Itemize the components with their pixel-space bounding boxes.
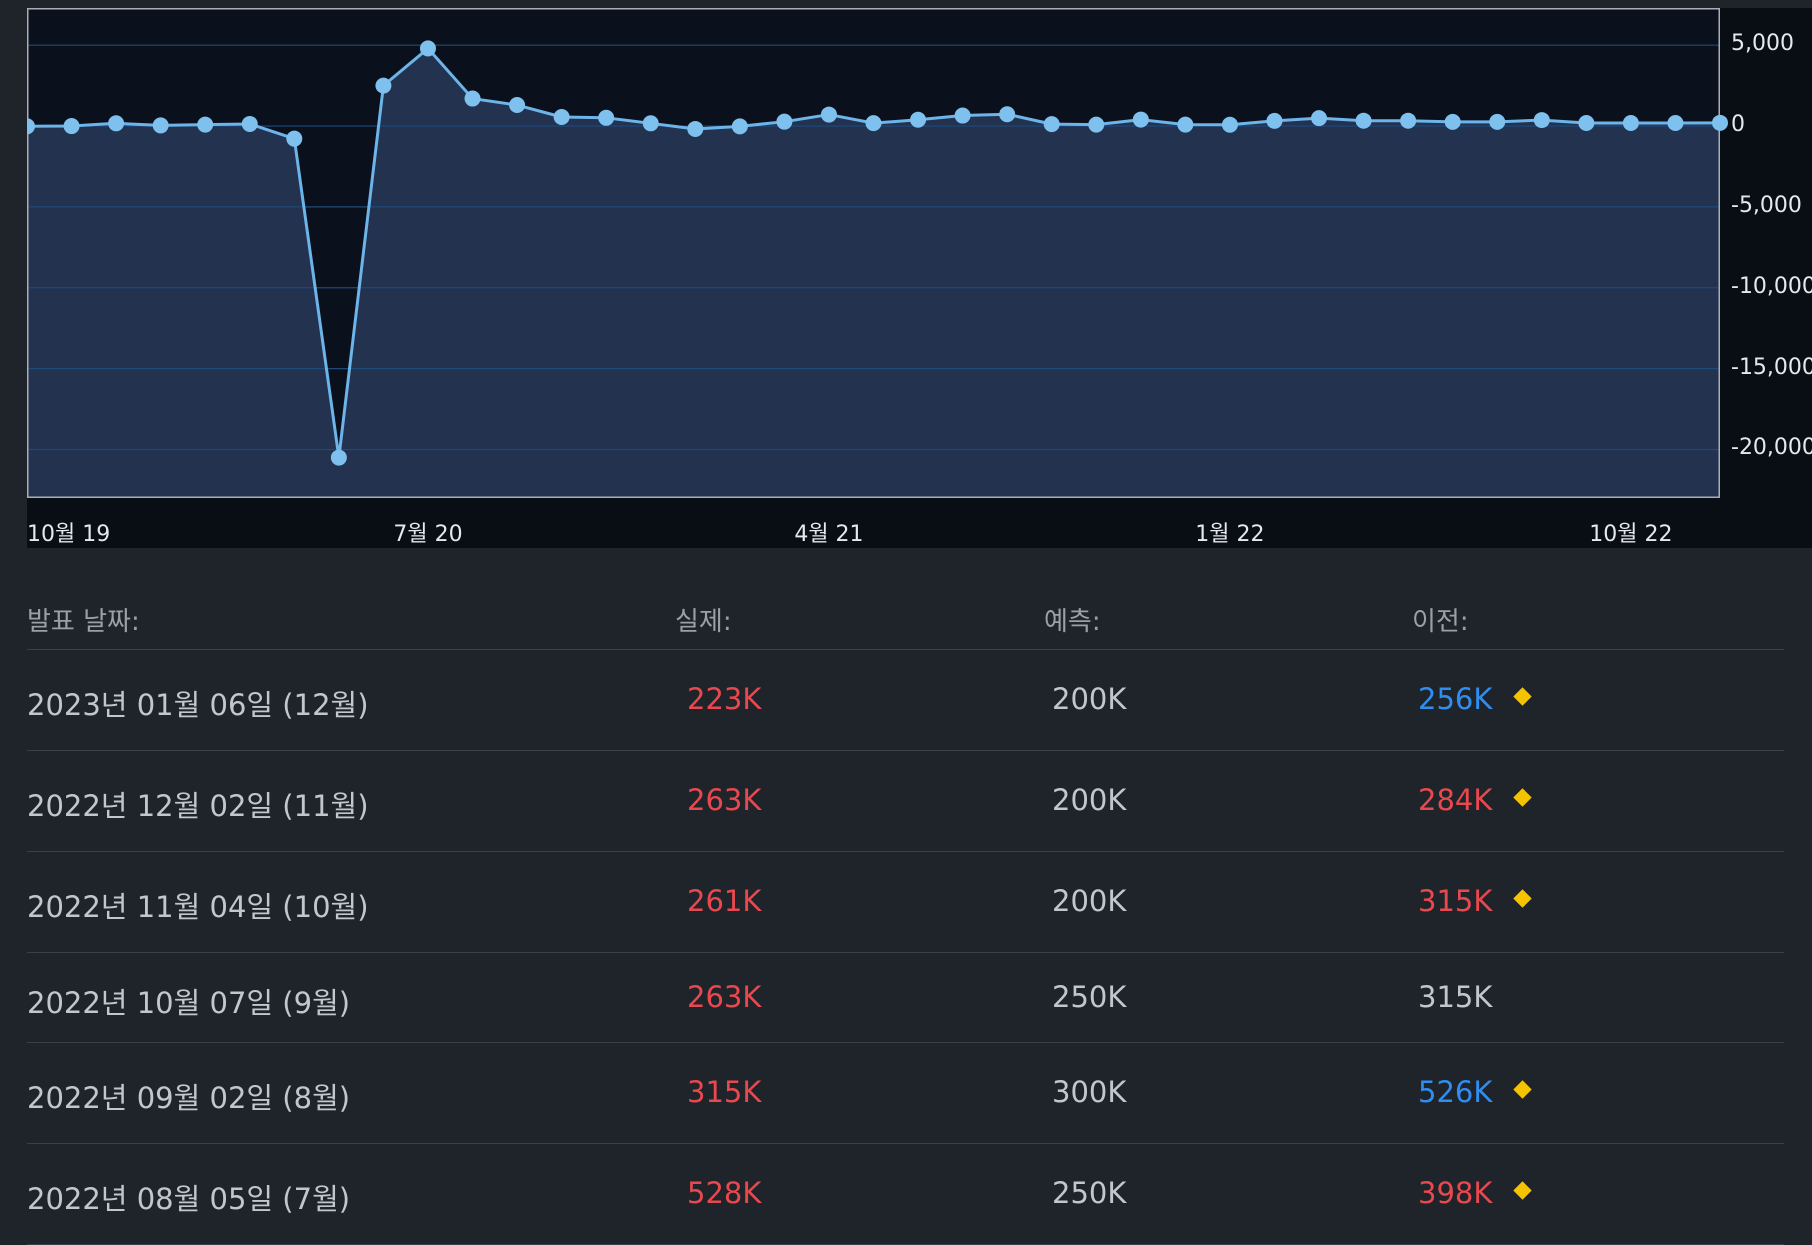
data-point-5 — [241, 115, 258, 132]
actual-value: 315K — [687, 1075, 762, 1109]
actual-value: 261K — [687, 884, 762, 918]
table-row[interactable]: 2022년 12월 02일 (11월) 263K 200K 284K — [27, 751, 1784, 852]
table-row[interactable]: 2022년 10월 07일 (9월) 263K 250K 315K — [27, 953, 1784, 1043]
release-date: 2022년 08월 05일 (7월) — [27, 1182, 351, 1216]
y-tick-label: 5,000 — [1731, 31, 1794, 57]
data-point-6 — [286, 130, 303, 147]
data-point-2 — [108, 115, 125, 132]
actual-value: 223K — [687, 682, 762, 716]
release-table: 발표 날짜: 실제: 예측: 이전: 2023년 01월 06일 (12월) 22… — [27, 575, 1784, 1245]
data-point-7 — [330, 449, 347, 466]
data-point-30 — [1355, 112, 1372, 129]
data-point-36 — [1622, 114, 1639, 131]
data-point-19 — [865, 115, 882, 132]
data-point-9 — [419, 40, 436, 57]
table-body: 2023년 01월 06일 (12월) 223K 200K 256K 2022년 12월… — [27, 650, 1784, 1245]
header-actual: 실제: — [675, 607, 732, 637]
previous-value: 398K — [1418, 1176, 1493, 1210]
data-point-18 — [820, 106, 837, 123]
revised-diamond-icon[interactable] — [1513, 889, 1532, 908]
revised-diamond-icon[interactable] — [1513, 687, 1532, 706]
data-point-29 — [1311, 110, 1328, 127]
forecast-value: 200K — [1052, 884, 1127, 918]
data-point-14 — [642, 115, 659, 132]
data-point-31 — [1400, 112, 1417, 129]
x-tick-label: 10월 19 — [27, 522, 111, 547]
data-point-17 — [776, 113, 793, 130]
x-tick-label: 10월 22 — [1589, 522, 1673, 547]
release-date: 2022년 11월 04일 (10월) — [27, 890, 369, 924]
forecast-value: 200K — [1052, 783, 1127, 817]
data-point-26 — [1177, 116, 1194, 133]
previous-value: 526K — [1418, 1075, 1493, 1109]
table-header: 발표 날짜: 실제: 예측: 이전: — [27, 575, 1784, 650]
header-forecast: 예측: — [1044, 607, 1101, 637]
data-point-34 — [1533, 112, 1550, 129]
actual-value: 528K — [687, 1176, 762, 1210]
data-point-38 — [1712, 114, 1728, 131]
release-date: 2022년 09월 02일 (8월) — [27, 1081, 351, 1115]
forecast-value: 200K — [1052, 682, 1127, 716]
release-date: 2022년 10월 07일 (9월) — [27, 986, 351, 1020]
data-point-32 — [1444, 113, 1461, 130]
y-tick-label: -5,000 — [1731, 192, 1802, 218]
data-point-16 — [731, 118, 748, 135]
release-date: 2022년 12월 02일 (11월) — [27, 789, 369, 823]
table-row[interactable]: 2023년 01월 06일 (12월) 223K 200K 256K — [27, 650, 1784, 751]
y-tick-label: 0 — [1731, 112, 1745, 138]
forecast-value: 250K — [1052, 1176, 1127, 1210]
x-tick-label: 7월 20 — [393, 522, 463, 547]
header-previous: 이전: — [1412, 607, 1469, 637]
table-row[interactable]: 2022년 09월 02일 (8월) 315K 300K 526K — [27, 1043, 1784, 1144]
previous-value: 315K — [1418, 884, 1493, 918]
previous-value: 315K — [1418, 980, 1493, 1014]
chart-panel: 10월 19 7월 20 4월 21 1월 22 10월 22 5,000 0 -5,000… — [27, 8, 1812, 548]
data-point-15 — [687, 120, 704, 137]
release-date: 2023년 01월 06일 (12월) — [27, 688, 369, 722]
x-tick-label: 4월 21 — [794, 522, 864, 547]
revised-diamond-icon[interactable] — [1513, 788, 1532, 807]
data-point-22 — [999, 106, 1016, 123]
data-point-13 — [598, 109, 615, 126]
forecast-value: 250K — [1052, 980, 1127, 1014]
table-row[interactable]: 2022년 08월 05일 (7월) 528K 250K 398K — [27, 1144, 1784, 1245]
y-tick-label: -15,000 — [1731, 354, 1812, 380]
revised-diamond-icon[interactable] — [1513, 1080, 1532, 1099]
data-point-3 — [152, 117, 169, 134]
previous-value: 284K — [1418, 783, 1493, 817]
data-point-25 — [1132, 111, 1149, 128]
revised-diamond-icon[interactable] — [1513, 1181, 1532, 1200]
data-point-8 — [375, 77, 392, 94]
data-point-37 — [1667, 114, 1684, 131]
previous-value: 256K — [1418, 682, 1493, 716]
x-tick-label: 1월 22 — [1195, 522, 1265, 547]
forecast-value: 300K — [1052, 1075, 1127, 1109]
data-point-23 — [1043, 116, 1060, 133]
y-tick-label: -20,000 — [1731, 435, 1812, 461]
data-point-11 — [509, 97, 526, 114]
data-point-33 — [1489, 113, 1506, 130]
data-point-24 — [1088, 116, 1105, 133]
actual-value: 263K — [687, 783, 762, 817]
data-point-21 — [954, 107, 971, 124]
y-tick-label: -10,000 — [1731, 273, 1812, 299]
data-point-12 — [553, 108, 570, 125]
data-point-27 — [1221, 116, 1238, 133]
header-date: 발표 날짜: — [27, 607, 140, 637]
data-point-28 — [1266, 112, 1283, 129]
data-point-1 — [63, 118, 80, 135]
table-row[interactable]: 2022년 11월 04일 (10월) 261K 200K 315K — [27, 852, 1784, 953]
data-point-10 — [464, 90, 481, 107]
data-point-4 — [197, 116, 214, 133]
data-point-35 — [1578, 114, 1595, 131]
actual-value: 263K — [687, 980, 762, 1014]
data-point-20 — [910, 111, 927, 128]
line-area-chart — [27, 8, 1728, 498]
